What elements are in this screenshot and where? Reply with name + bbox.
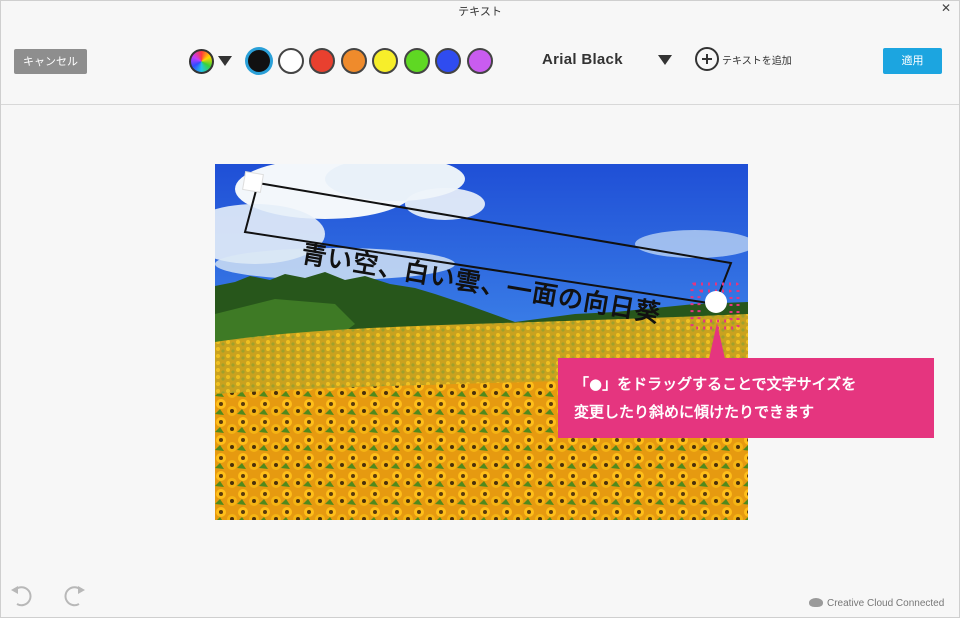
swatch-yellow[interactable]: [372, 48, 398, 74]
font-selector[interactable]: Arial Black: [542, 51, 623, 68]
apply-button[interactable]: 適用: [883, 48, 942, 74]
plus-circle-icon: [695, 47, 719, 71]
photo-canvas[interactable]: 青い空、白い雲、一面の向日葵: [215, 164, 748, 520]
close-icon[interactable]: ✕: [939, 1, 953, 15]
cloud-status: Creative Cloud Connected: [809, 598, 944, 609]
undo-icon[interactable]: [9, 584, 37, 607]
swatch-orange[interactable]: [340, 48, 367, 74]
toolbar: キャンセル Arial Black テキストを追加 適用: [1, 23, 959, 105]
font-dropdown-arrow-icon[interactable]: [658, 55, 672, 65]
swatch-blue[interactable]: [435, 48, 461, 74]
cloud-status-label: Creative Cloud Connected: [827, 598, 945, 609]
text-frame-overlay: [242, 171, 740, 330]
callout-pointer: [709, 323, 725, 359]
swatch-purple[interactable]: [466, 48, 493, 74]
window-title: テキスト: [458, 5, 502, 18]
color-wheel-icon[interactable]: [189, 49, 214, 74]
swatch-black[interactable]: [246, 48, 272, 74]
swatch-white[interactable]: [277, 48, 304, 74]
redo-icon[interactable]: [59, 584, 87, 607]
canvas-area: 青い空、白い雲、一面の向日葵: [1, 106, 959, 586]
color-dropdown-arrow-icon[interactable]: [218, 56, 232, 66]
add-text-label: テキストを追加: [722, 56, 792, 67]
dialog-window: テキスト ✕ キャンセル Arial Black テキストを追加 適用 青い空、…: [0, 0, 960, 618]
cancel-button[interactable]: キャンセル: [14, 49, 87, 74]
swatch-red[interactable]: [309, 48, 335, 74]
swatch-green[interactable]: [403, 48, 430, 74]
callout-line-2: 変更したり斜めに傾けたりできます: [574, 403, 815, 421]
creative-cloud-icon: [809, 598, 823, 607]
instruction-callout: 「●」をドラッグすることで文字サイズを 変更したり斜めに傾けたりできます: [558, 358, 934, 438]
callout-line-1: 「●」をドラッグすることで文字サイズを: [574, 375, 857, 393]
